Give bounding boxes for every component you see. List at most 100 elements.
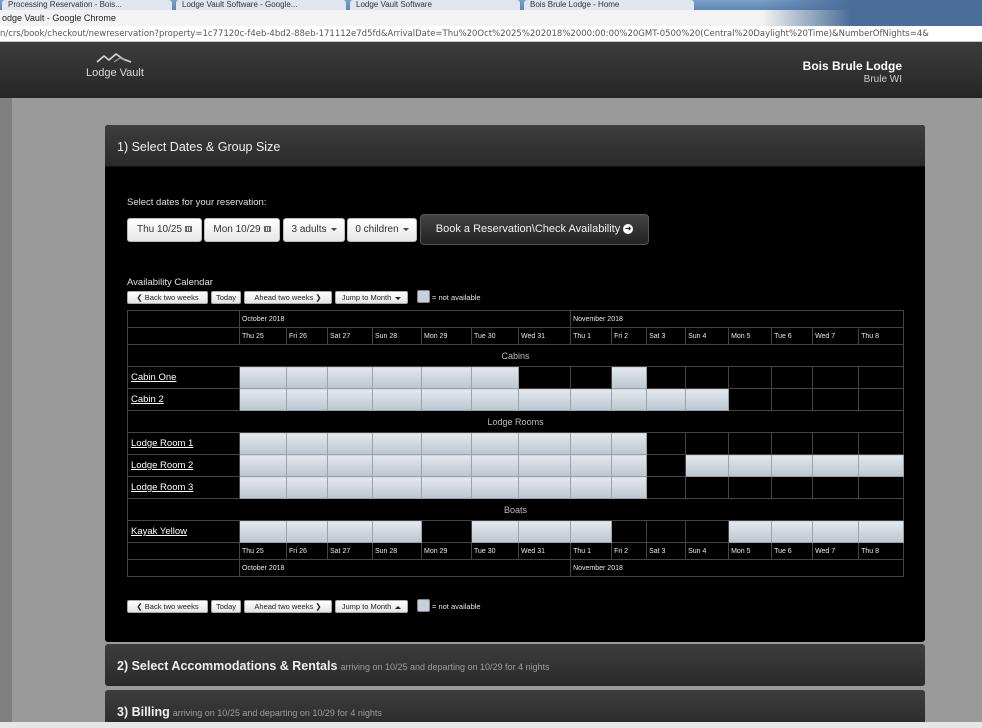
children-value: 0 children (355, 224, 399, 235)
available-cell[interactable] (728, 388, 773, 411)
select-dates-label: Select dates for your reservation: (127, 197, 267, 208)
available-cell[interactable] (812, 388, 860, 411)
unit-name-link[interactable]: Kayak Yellow (127, 520, 240, 543)
available-cell[interactable] (685, 520, 730, 543)
browser-tab[interactable]: Bois Brule Lodge - Home (524, 0, 694, 10)
children-dropdown[interactable]: 0 children (347, 218, 417, 242)
window-bottom-edge (0, 722, 982, 728)
day-label: Thu 8 (858, 327, 905, 345)
available-cell[interactable] (685, 366, 730, 389)
day-label: Sun 28 (372, 327, 422, 345)
available-cell[interactable] (812, 476, 860, 499)
today-button[interactable]: Today (211, 291, 241, 304)
available-cell[interactable] (858, 366, 905, 389)
available-cell[interactable] (646, 432, 687, 455)
available-cell[interactable] (646, 476, 687, 499)
unavailable-cell (471, 454, 519, 477)
browser-tab[interactable]: Lodge Vault Software - Google... (176, 0, 346, 10)
arrival-date-picker[interactable]: Thu 10/25 (127, 218, 202, 242)
calendar-month-row: October 2018 November 2018 (127, 310, 905, 328)
back-label: Back two weeks (144, 602, 199, 611)
available-cell[interactable] (728, 366, 773, 389)
chevron-right-icon: ❯ (315, 602, 322, 611)
available-cell[interactable] (646, 454, 687, 477)
available-cell[interactable] (646, 366, 687, 389)
jump-to-month-button[interactable]: Jump to Month (335, 291, 408, 304)
available-cell[interactable] (611, 520, 648, 543)
available-cell[interactable] (858, 432, 905, 455)
book-reservation-button[interactable]: Book a Reservation\Check Availability ➜ (420, 214, 649, 245)
unavailable-cell (286, 476, 328, 499)
day-label: Wed 31 (517, 542, 572, 560)
available-cell[interactable] (858, 476, 905, 499)
available-cell[interactable] (685, 432, 730, 455)
app-header: Lodge Vault Bois Brule Lodge Brule WI (0, 42, 982, 98)
day-label: Tue 30 (471, 542, 519, 560)
unavailable-cell (372, 432, 422, 455)
unavailable-cell (239, 454, 287, 477)
unavailable-cell (570, 520, 613, 543)
available-cell[interactable] (771, 476, 814, 499)
unavailable-cell (471, 432, 519, 455)
unavailable-cell (239, 388, 287, 411)
available-cell[interactable] (517, 366, 572, 389)
unavailable-cell (771, 520, 814, 543)
ahead-two-weeks-button[interactable]: Ahead two weeks ❯ (244, 291, 332, 304)
back-two-weeks-button[interactable]: ❮ Back two weeks (127, 291, 208, 304)
caret-down-icon (330, 227, 337, 231)
available-cell[interactable] (812, 366, 860, 389)
unit-name-link[interactable]: Lodge Room 3 (127, 476, 240, 499)
address-bar[interactable]: n/crs/book/checkout/newreservation?prope… (0, 26, 982, 42)
logo-text[interactable]: Lodge Vault (86, 67, 144, 79)
unavailable-cell (286, 388, 328, 411)
browser-tab[interactable]: Lodge Vault Software (350, 0, 520, 10)
available-cell[interactable] (812, 432, 860, 455)
day-label: Tue 6 (771, 542, 814, 560)
unit-name-link[interactable]: Cabin One (127, 366, 240, 389)
blank-cell (127, 559, 240, 577)
day-label: Mon 29 (421, 542, 472, 560)
back-two-weeks-button-bottom[interactable]: ❮ Back two weeks (127, 600, 208, 613)
legend-label: = not available (432, 293, 481, 302)
arrival-date-value: Thu 10/25 (136, 224, 183, 235)
jump-to-month-button-bottom[interactable]: Jump to Month (335, 600, 408, 613)
available-cell[interactable] (771, 388, 814, 411)
departure-date-picker[interactable]: Mon 10/29 (204, 218, 280, 242)
unavailable-cell (286, 520, 328, 543)
available-cell[interactable] (771, 432, 814, 455)
today-button-bottom[interactable]: Today (211, 600, 241, 613)
unavailable-cell (421, 432, 472, 455)
ahead-two-weeks-button-bottom[interactable]: Ahead two weeks ❯ (244, 600, 332, 613)
available-cell[interactable] (570, 366, 613, 389)
available-cell[interactable] (646, 520, 687, 543)
blank-cell (127, 542, 240, 560)
adults-dropdown[interactable]: 3 adults (283, 218, 345, 242)
available-cell[interactable] (421, 520, 472, 543)
panel-header[interactable]: 1) Select Dates & Group Size (105, 125, 925, 167)
unavailable-cell (286, 454, 328, 477)
available-cell[interactable] (858, 388, 905, 411)
day-label: Thu 8 (858, 542, 905, 560)
day-label: Mon 5 (728, 542, 773, 560)
accommodations-panel-header[interactable]: 2) Select Accommodations & Rentals arrivi… (105, 644, 925, 686)
unit-name-link[interactable]: Lodge Room 2 (127, 454, 240, 477)
available-cell[interactable] (771, 366, 814, 389)
unit-name-link[interactable]: Cabin 2 (127, 388, 240, 411)
day-label: Wed 31 (517, 327, 572, 345)
caret-down-icon (395, 296, 402, 300)
available-cell[interactable] (728, 432, 773, 455)
unavailable-cell (517, 454, 572, 477)
unavailable-cell (239, 476, 287, 499)
ahead-label: Ahead two weeks (254, 293, 314, 302)
month-label: November 2018 (570, 310, 905, 328)
available-cell[interactable] (685, 476, 730, 499)
unit-name-link[interactable]: Lodge Room 1 (127, 432, 240, 455)
chevron-left-icon: ❮ (136, 293, 143, 302)
book-button-label: Book a Reservation\Check Availability (435, 223, 621, 235)
day-label: Fri 26 (286, 327, 328, 345)
accommodations-subtitle: arriving on 10/25 and departing on 10/29… (340, 662, 550, 672)
browser-tab[interactable]: Processing Reservation - Bois... (2, 0, 172, 10)
availability-calendar-label: Availability Calendar (127, 277, 213, 288)
calendar-icon (263, 226, 271, 233)
available-cell[interactable] (728, 476, 773, 499)
